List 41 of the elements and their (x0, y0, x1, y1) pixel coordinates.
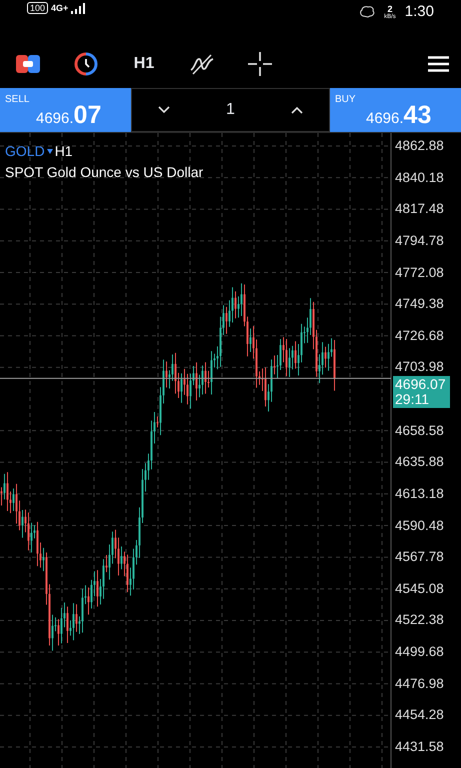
price-axis-label: 4749.38 (395, 297, 444, 312)
price-axis-label: 4590.48 (395, 518, 444, 533)
price-axis-label: 4613.18 (395, 486, 444, 501)
price-axis-label: 4772.08 (395, 266, 444, 280)
price-axis-label: 4431.58 (395, 740, 444, 754)
battery-indicator: 100 (27, 2, 48, 14)
price-axis-label: 4794.78 (395, 234, 444, 248)
menu-icon[interactable] (428, 56, 449, 72)
bar-countdown: 29:11 (395, 392, 430, 408)
timeframe-button[interactable]: H1 (134, 52, 154, 76)
indicator-icon[interactable] (189, 53, 215, 75)
sell-button[interactable]: SELL 4696.07 (0, 88, 131, 132)
volume-value[interactable]: 1 (226, 98, 235, 122)
current-price: 4696.07 (395, 377, 447, 392)
price-axis-label: 4658.58 (395, 424, 444, 438)
clock-icon[interactable] (74, 52, 98, 76)
price-axis-label: 4454.28 (395, 708, 444, 722)
price-axis-label: 4817.48 (395, 202, 444, 216)
chart-timeframe: H1 (54, 142, 73, 161)
dropdown-icon[interactable] (46, 149, 53, 154)
price-axis-label: 4635.88 (395, 455, 444, 470)
clock-time: 1:30 (404, 2, 434, 22)
signal-icon (71, 2, 88, 14)
price-axis-label: 4522.38 (395, 613, 444, 628)
price-axis-label: 4703.98 (395, 360, 444, 374)
crosshair-icon[interactable] (248, 52, 272, 76)
price-axis-label: 4567.78 (395, 550, 444, 564)
price-axis-label: 4726.68 (395, 328, 444, 343)
price-axis-label: 4862.88 (395, 139, 444, 153)
chevron-up-icon[interactable] (291, 106, 303, 114)
price-axis-label: 4476.98 (395, 676, 444, 691)
price-axis-label: 4840.18 (395, 170, 444, 185)
symbol-name[interactable]: GOLD (5, 141, 45, 162)
price-axis-label: 4545.08 (395, 582, 444, 596)
chevron-down-icon[interactable] (158, 106, 170, 114)
buy-button[interactable]: BUY 4696.43 (330, 88, 461, 132)
network-speed: 2 (387, 4, 392, 14)
symbol-description: SPOT Gold Ounce vs US Dollar (5, 163, 204, 182)
price-axis-label: 4499.68 (395, 645, 444, 660)
network-type: 4G+ (51, 3, 68, 13)
trade-icon[interactable] (16, 55, 40, 73)
